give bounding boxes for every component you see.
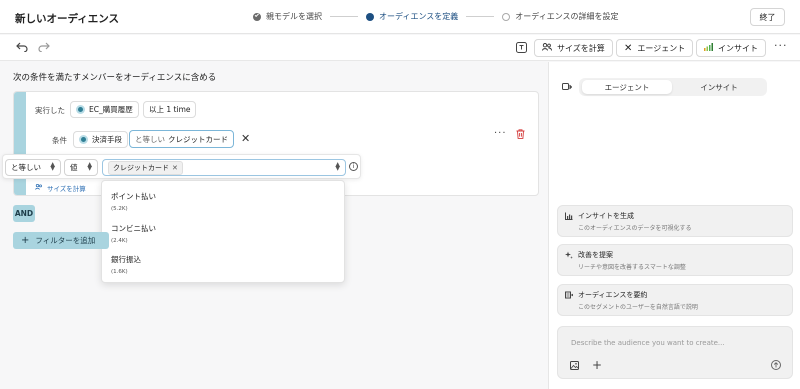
condition-value-chip[interactable]: と等しい クレジットカード	[129, 130, 234, 148]
event-name: EC_購買履歴	[89, 105, 133, 114]
operator-select[interactable]: と等しい ▲ ▼	[5, 159, 61, 176]
suggestion-title: インサイトを生成	[578, 212, 634, 220]
tab-agent[interactable]: エージェント	[582, 80, 672, 94]
step-audience-details[interactable]: オーディエンスの詳細を設定	[502, 11, 619, 22]
frequency-selector[interactable]: 以上 1 time	[143, 101, 197, 118]
dropdown-option[interactable]: ポイント払い (5.2K)	[111, 191, 156, 212]
remove-tag-icon[interactable]: ✕	[172, 164, 178, 172]
and-operator-badge[interactable]: AND	[13, 205, 35, 222]
selected-value-text: クレジットカード	[113, 163, 169, 172]
more-icon[interactable]: ···	[494, 128, 507, 139]
users-icon	[542, 43, 552, 53]
calculate-size-button[interactable]: サイズを計算	[534, 39, 613, 57]
option-name: ポイント払い	[111, 192, 156, 201]
calculate-size-link[interactable]: サイズを計算	[35, 183, 86, 193]
updown-icon: ▲ ▼	[87, 161, 92, 172]
toolbar: サイズを計算 ✕ エージェント インサイト ···	[0, 35, 800, 61]
bar-chart-icon	[704, 43, 713, 53]
filter-card-accent	[14, 92, 26, 195]
step-divider	[466, 16, 495, 17]
stepper: 親モデルを選択 オーディエンスを定義 オーディエンスの詳細を設定	[253, 11, 619, 22]
step-divider	[330, 16, 358, 17]
suggestion-desc: このセグメントのユーザーを自然言語で説明	[578, 304, 698, 311]
step-label: オーディエンスの詳細を設定	[515, 12, 619, 21]
top-bar: 新しいオーディエンス 親モデルを選択 オーディエンスを定義 オーディエンスの詳細…	[0, 0, 800, 34]
page-title: 新しいオーディエンス	[15, 13, 120, 25]
builder-heading: 次の条件を満たすメンバーをオーディエンスに含める	[13, 73, 217, 83]
empty-circle-icon	[502, 12, 511, 21]
operator-text: と等しい	[135, 134, 165, 144]
check-circle-icon	[253, 12, 261, 21]
dropdown-option[interactable]: コンビニ払い (2.4K)	[111, 223, 156, 244]
suggestion-desc: リーチや意図を改善するスマートな調整	[578, 264, 686, 271]
plus-icon[interactable]: +	[592, 358, 602, 372]
value-multiselect[interactable]: クレジットカード ✕ ▲ ▼	[102, 159, 346, 176]
current-step-icon	[366, 12, 374, 21]
add-filter-button[interactable]: + フィルターを追加	[13, 232, 109, 249]
suggestion-title: オーディエンスを要約	[578, 291, 648, 299]
redo-icon[interactable]	[38, 42, 50, 54]
summary-icon	[565, 291, 574, 301]
step-define-audience[interactable]: オーディエンスを定義	[366, 11, 458, 22]
property-name: 決済手段	[92, 135, 122, 144]
remove-condition-icon[interactable]: ✕	[241, 133, 250, 144]
sidebar-toggle-icon[interactable]	[562, 82, 573, 92]
step-select-parent-model[interactable]: 親モデルを選択	[253, 11, 322, 22]
event-selector[interactable]: EC_購買履歴	[70, 101, 139, 118]
undo-icon[interactable]	[16, 42, 28, 54]
users-icon	[35, 184, 43, 192]
operator-select-value: と等しい	[11, 163, 41, 172]
event-icon	[76, 105, 85, 114]
suggestion-generate-insight[interactable]: インサイトを生成 このオーディエンスのデータを可視化する	[557, 205, 793, 237]
calculate-size-label: サイズを計算	[557, 43, 605, 53]
tab-insight[interactable]: インサイト	[674, 80, 764, 94]
suggestion-desc: このオーディエンスのデータを可視化する	[578, 225, 692, 232]
close-icon: ✕	[624, 42, 633, 54]
calculate-size-link-label: サイズを計算	[47, 185, 86, 193]
image-icon[interactable]	[570, 361, 579, 373]
option-count: (1.6K)	[111, 269, 128, 275]
insight-label: インサイト	[718, 43, 758, 53]
updown-icon: ▲ ▼	[50, 161, 55, 172]
condition-property[interactable]: 決済手段	[73, 131, 128, 148]
agent-label: エージェント	[637, 43, 686, 53]
suggestion-improve[interactable]: 改善を提案 リーチや意図を改善するスマートな調整	[557, 244, 793, 276]
value-type-select[interactable]: 値 ▲ ▼	[64, 159, 98, 176]
selected-value-tag: クレジットカード ✕	[108, 160, 183, 175]
value-type-value: 値	[70, 163, 78, 172]
option-name: コンビニ払い	[111, 224, 156, 233]
step-label: 親モデルを選択	[266, 12, 322, 21]
updown-icon: ▲ ▼	[335, 161, 340, 172]
option-count: (2.4K)	[111, 238, 128, 244]
option-name: 銀行振込	[111, 255, 141, 264]
property-icon	[79, 135, 88, 144]
panel-tabs: エージェント インサイト	[579, 78, 767, 96]
send-icon[interactable]	[771, 360, 781, 373]
chart-icon	[565, 212, 573, 222]
agent-button[interactable]: ✕ エージェント	[616, 39, 694, 57]
dropdown-option[interactable]: 銀行振込 (1.6K)	[111, 254, 141, 275]
sparkle-icon	[565, 251, 573, 261]
suggestion-summarize[interactable]: オーディエンスを要約 このセグメントのユーザーを自然言語で説明	[557, 284, 793, 316]
step-label: オーディエンスを定義	[379, 12, 459, 21]
sql-icon[interactable]	[516, 42, 527, 55]
add-filter-label: フィルターを追加	[35, 236, 96, 245]
option-count: (5.2K)	[111, 206, 128, 212]
plus-icon: +	[21, 234, 30, 246]
finish-button[interactable]: 終了	[750, 8, 785, 26]
chat-input-box[interactable]: Describe the audience you want to create…	[557, 326, 793, 379]
condition-label: 条件	[52, 136, 67, 145]
more-icon[interactable]: ···	[774, 40, 788, 51]
chat-input-placeholder: Describe the audience you want to create…	[571, 339, 725, 347]
condition-editor: と等しい ▲ ▼ 値 ▲ ▼ クレジットカード ✕ ▲ ▼	[2, 154, 361, 179]
performed-label: 実行した	[35, 106, 65, 115]
trash-icon[interactable]	[516, 129, 525, 139]
insight-button[interactable]: インサイト	[696, 39, 766, 57]
suggestion-title: 改善を提案	[578, 251, 613, 259]
value-dropdown: ポイント払い (5.2K) コンビニ払い (2.4K) 銀行振込 (1.6K)	[101, 180, 345, 283]
value-text: クレジットカード	[168, 134, 228, 144]
info-icon[interactable]: i	[349, 162, 358, 171]
